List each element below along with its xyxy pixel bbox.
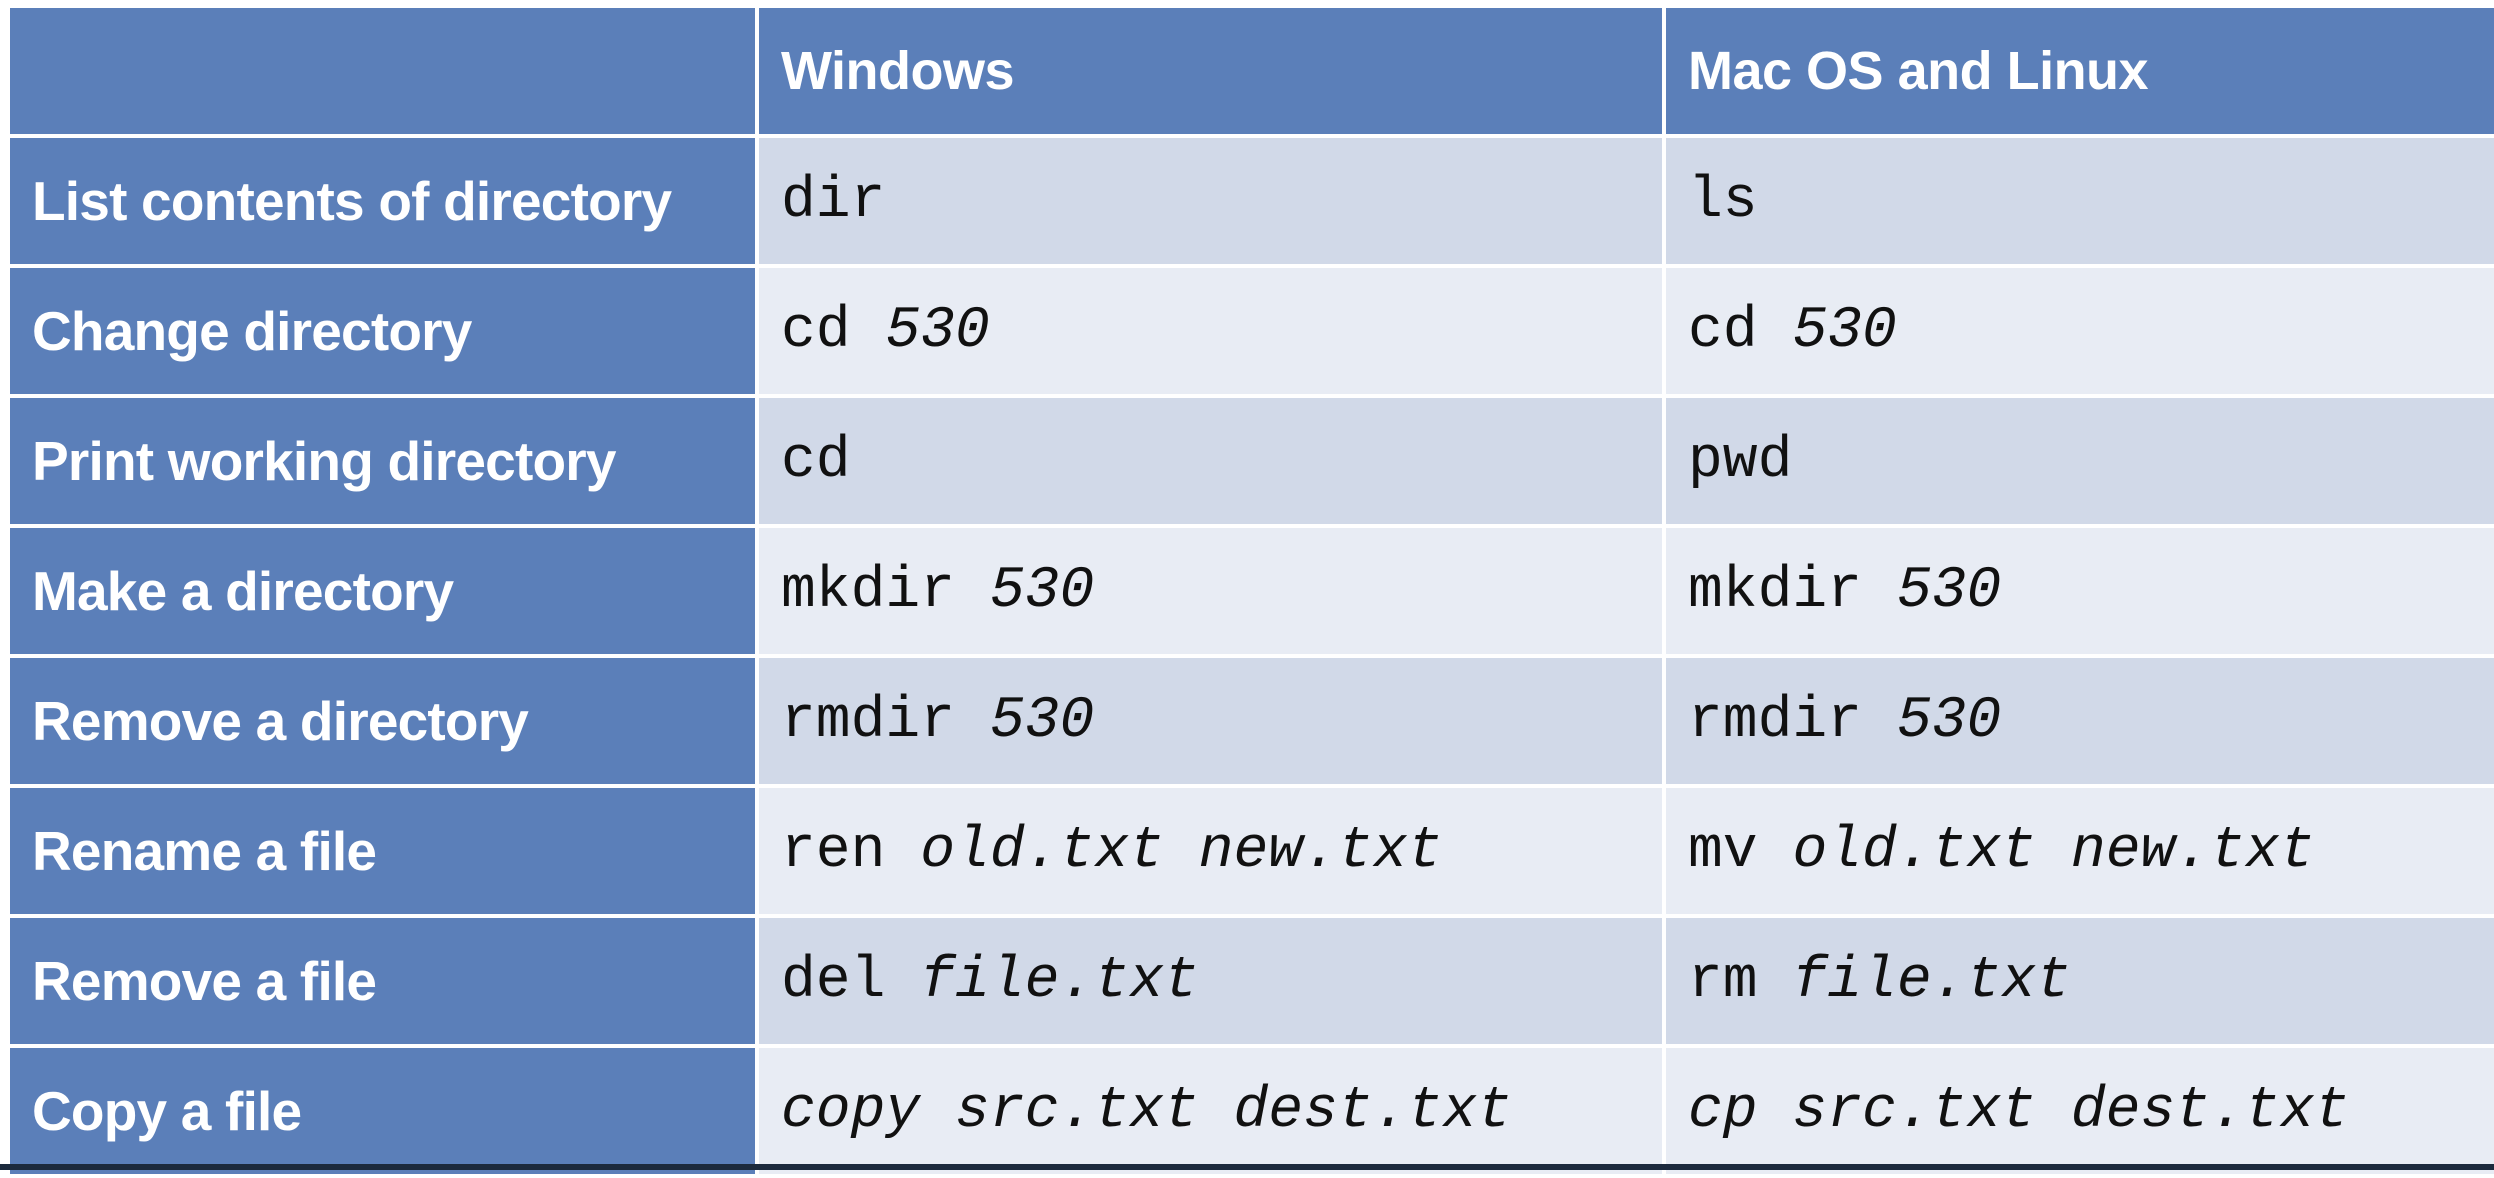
command-name: mkdir	[781, 558, 956, 624]
unix-command-cell: ls	[1666, 138, 2494, 264]
unix-command-cell: mv old.txt new.txt	[1666, 788, 2494, 914]
table-row: Copy a file copy src.txt dest.txt cp src…	[10, 1048, 2494, 1174]
command-name: cd	[781, 428, 851, 494]
command-name: mkdir	[1688, 558, 1863, 624]
row-label: List contents of directory	[10, 138, 755, 264]
command-name: pwd	[1688, 428, 1793, 494]
windows-command-cell: ren old.txt new.txt	[759, 788, 1662, 914]
unix-command-cell: pwd	[1666, 398, 2494, 524]
command-name: rm	[1688, 948, 1758, 1014]
command-args: 530	[1896, 558, 2002, 624]
windows-command-cell: copy src.txt dest.txt	[759, 1048, 1662, 1174]
header-windows: Windows	[759, 8, 1662, 134]
table-row: Remove a directory rmdir 530 rmdir 530	[10, 658, 2494, 784]
unix-command-cell: rmdir 530	[1666, 658, 2494, 784]
command-name: ls	[1688, 168, 1758, 234]
header-empty-cell	[10, 8, 755, 134]
slide-frame: Windows Mac OS and Linux List contents o…	[0, 0, 2494, 1174]
unix-command-cell: cd 530	[1666, 268, 2494, 394]
windows-command-cell: cd 530	[759, 268, 1662, 394]
windows-command-cell: mkdir 530	[759, 528, 1662, 654]
command-args: old.txt new.txt	[920, 818, 1443, 884]
header-row: Windows Mac OS and Linux	[10, 8, 2494, 134]
table-row: Make a directory mkdir 530 mkdir 530	[10, 528, 2494, 654]
table-row: Remove a file del file.txt rm file.txt	[10, 918, 2494, 1044]
command-args: file.txt	[920, 948, 1199, 1014]
command-args: 530	[1792, 298, 1897, 364]
unix-command-cell: rm file.txt	[1666, 918, 2494, 1044]
windows-command-cell: del file.txt	[759, 918, 1662, 1044]
windows-command-cell: rmdir 530	[759, 658, 1662, 784]
command-args: 530	[989, 558, 1095, 624]
table-row: Change directory cd 530 cd 530	[10, 268, 2494, 394]
command-args: cp src.txt dest.txt	[1688, 1078, 2350, 1144]
command-name: dir	[781, 168, 886, 234]
command-args: copy src.txt dest.txt	[781, 1078, 1512, 1144]
table-row: List contents of directory dir ls	[10, 138, 2494, 264]
row-label: Copy a file	[10, 1048, 755, 1174]
command-args: file.txt	[1792, 948, 2071, 1014]
command-name: mv	[1688, 818, 1758, 884]
command-name: ren	[781, 818, 886, 884]
row-label: Change directory	[10, 268, 755, 394]
row-label: Print working directory	[10, 398, 755, 524]
unix-command-cell: cp src.txt dest.txt	[1666, 1048, 2494, 1174]
command-name: rmdir	[781, 688, 956, 754]
command-name: cd	[781, 298, 851, 364]
command-args: 530	[1896, 688, 2002, 754]
header-mac-linux: Mac OS and Linux	[1666, 8, 2494, 134]
command-args: old.txt new.txt	[1792, 818, 2315, 884]
command-comparison-table: Windows Mac OS and Linux List contents o…	[6, 4, 2494, 1178]
command-args: 530	[989, 688, 1095, 754]
row-label: Make a directory	[10, 528, 755, 654]
windows-command-cell: cd	[759, 398, 1662, 524]
bottom-divider	[0, 1164, 2494, 1170]
row-label: Remove a file	[10, 918, 755, 1044]
command-name: del	[781, 948, 886, 1014]
unix-command-cell: mkdir 530	[1666, 528, 2494, 654]
table-row: Print working directory cd pwd	[10, 398, 2494, 524]
windows-command-cell: dir	[759, 138, 1662, 264]
command-args: 530	[885, 298, 990, 364]
row-label: Remove a directory	[10, 658, 755, 784]
table-row: Rename a file ren old.txt new.txt mv old…	[10, 788, 2494, 914]
command-name: rmdir	[1688, 688, 1863, 754]
row-label: Rename a file	[10, 788, 755, 914]
command-name: cd	[1688, 298, 1758, 364]
